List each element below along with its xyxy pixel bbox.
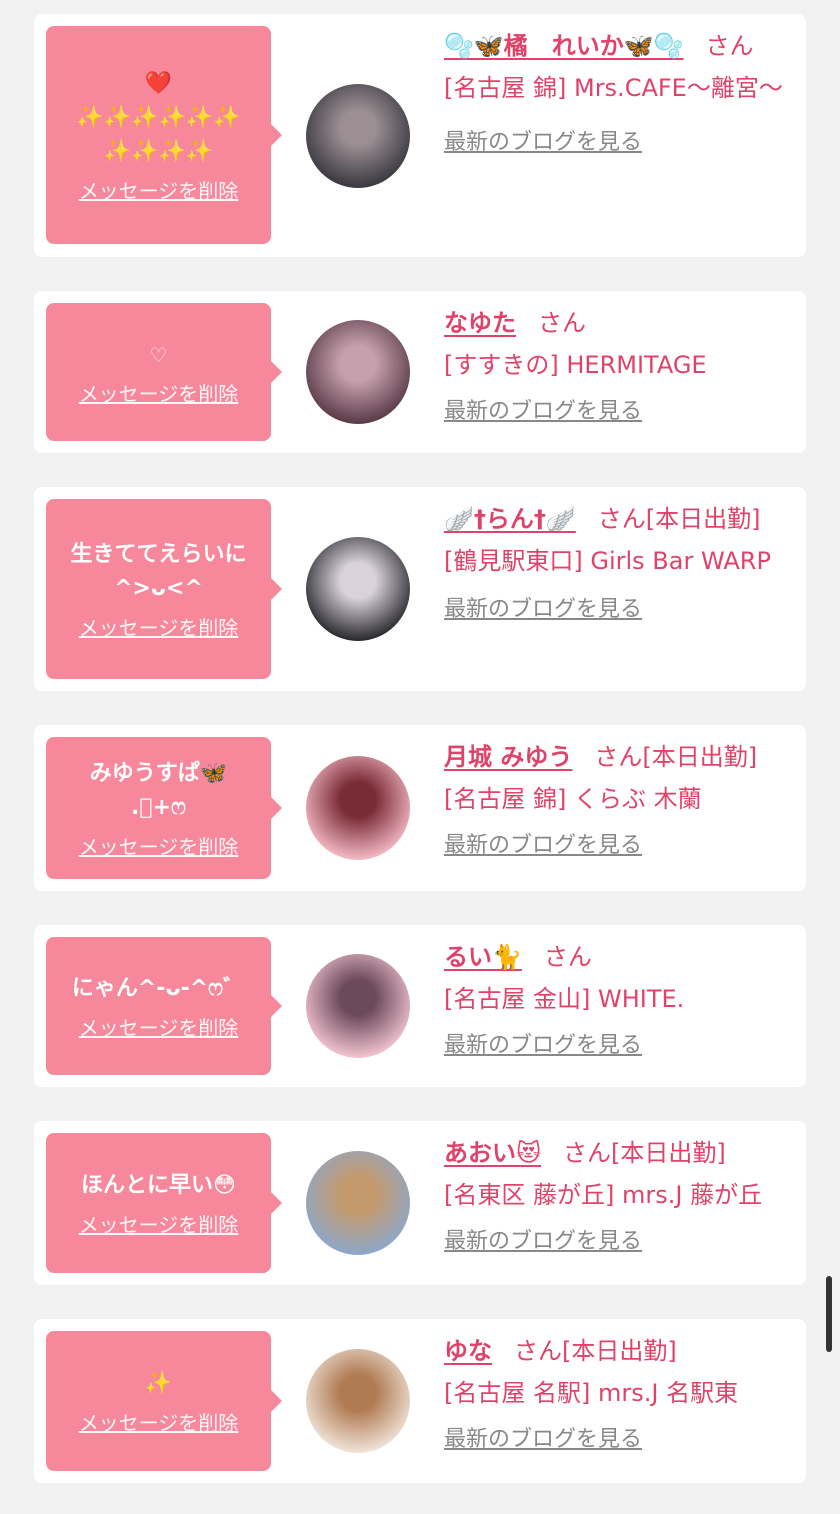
shop-name: [鶴見駅東口] Girls Bar WARP: [444, 547, 771, 575]
avatar[interactable]: [306, 1349, 410, 1453]
status-badge: [本日出勤]: [562, 1337, 677, 1365]
cast-info: あおい😻 さん[本日出勤] [名東区 藤が丘] mrs.J 藤が丘 最新のブログを…: [444, 1131, 796, 1255]
honorific: さん: [563, 1139, 612, 1167]
shop-name: [すすきの] HERMITAGE: [444, 351, 707, 379]
latest-blog-link[interactable]: 最新のブログを見る: [444, 1421, 642, 1453]
honorific: さん: [514, 1337, 562, 1365]
cast-info: 月城 みゆう さん[本日出勤] [名古屋 錦] くらぶ 木蘭 最新のブログを見る: [444, 735, 796, 859]
latest-blog-link[interactable]: 最新のブログを見る: [444, 827, 642, 859]
latest-blog-link[interactable]: 最新のブログを見る: [444, 591, 642, 623]
favorite-card: にゃん^-ᴗ-^ෆ゛ メッセージを削除 るい🐈 さん [名古屋 金山] WHITE…: [34, 925, 806, 1087]
cast-name-link[interactable]: 月城 みゆう: [444, 743, 572, 771]
honorific: さん: [538, 309, 586, 337]
favorite-card: ♡ メッセージを削除 なゆた さん [すすきの] HERMITAGE 最新のブログ…: [34, 291, 806, 453]
favorite-card: ✨ メッセージを削除 ゆな さん[本日出勤] [名古屋 名駅] mrs.J 名駅東…: [34, 1319, 806, 1483]
delete-message-link[interactable]: メッセージを削除: [79, 378, 239, 407]
message-bubble: みゆうすぱ🦋 .ﾟ+ෆ メッセージを削除: [46, 737, 282, 879]
cast-name-link[interactable]: なゆた: [444, 309, 516, 337]
cast-name-link[interactable]: 🪽†らん†🪽: [444, 505, 576, 533]
cast-info: るい🐈 さん [名古屋 金山] WHITE. 最新のブログを見る: [444, 935, 796, 1059]
latest-blog-link[interactable]: 最新のブログを見る: [444, 393, 642, 425]
message-bubble: 生きててえらいに ^>ᴗ<^ メッセージを削除: [46, 499, 282, 679]
latest-blog-link[interactable]: 最新のブログを見る: [444, 1027, 642, 1059]
favorite-card: みゆうすぱ🦋 .ﾟ+ෆ メッセージを削除 月城 みゆう さん[本日出勤] [名古屋…: [34, 725, 806, 891]
avatar[interactable]: [306, 1151, 410, 1255]
honorific: さん: [705, 32, 754, 60]
message-text: みゆうすぱ🦋 .ﾟ+ෆ: [89, 760, 228, 820]
message-text: 生きててえらいに ^>ᴗ<^: [70, 541, 247, 601]
delete-message-link[interactable]: メッセージを削除: [79, 831, 239, 860]
delete-message-link[interactable]: メッセージを削除: [79, 1012, 239, 1041]
shop-name: [名古屋 金山] WHITE.: [444, 985, 685, 1013]
cast-info: 🫧🦋橘 れいか🦋🫧 さん [名古屋 錦] Mrs.CAFE〜離宮〜 最新のブログを…: [444, 24, 796, 156]
delete-message-link[interactable]: メッセージを削除: [79, 612, 239, 641]
message-text: にゃん^-ᴗ-^ෆ゛: [71, 975, 246, 1001]
delete-message-link[interactable]: メッセージを削除: [79, 1407, 239, 1436]
message-text: ❤️ ✨✨✨✨✨✨ ✨✨✨✨: [76, 70, 241, 164]
shop-name: [名古屋 錦] Mrs.CAFE〜離宮〜: [444, 74, 783, 102]
honorific: さん: [594, 743, 643, 771]
avatar[interactable]: [306, 84, 410, 188]
message-bubble: ほんとに早い😳 メッセージを削除: [46, 1133, 282, 1273]
favorite-card: 生きててえらいに ^>ᴗ<^ メッセージを削除 🪽†らん†🪽 さん[本日出勤] […: [34, 487, 806, 691]
delete-message-link[interactable]: メッセージを削除: [79, 175, 239, 204]
scrollbar[interactable]: [826, 1276, 832, 1352]
shop-name: [名古屋 名駅] mrs.J 名駅東: [444, 1379, 739, 1407]
status-badge: [本日出勤]: [642, 743, 758, 771]
cast-name-link[interactable]: ゆな: [444, 1337, 492, 1365]
honorific: さん: [597, 505, 646, 533]
message-bubble: ✨ メッセージを削除: [46, 1331, 282, 1471]
favorite-card: ほんとに早い😳 メッセージを削除 あおい😻 さん[本日出勤] [名東区 藤が丘] …: [34, 1121, 806, 1285]
avatar[interactable]: [306, 954, 410, 1058]
message-bubble: ♡ メッセージを削除: [46, 303, 282, 441]
latest-blog-link[interactable]: 最新のブログを見る: [444, 124, 642, 156]
honorific: さん: [543, 943, 592, 971]
favorite-card: ❤️ ✨✨✨✨✨✨ ✨✨✨✨ メッセージを削除 🫧🦋橘 れいか🦋🫧 さん [名古屋…: [34, 14, 806, 257]
avatar[interactable]: [306, 537, 410, 641]
shop-name: [名東区 藤が丘] mrs.J 藤が丘: [444, 1181, 763, 1209]
cast-name-link[interactable]: るい🐈: [444, 943, 522, 971]
message-bubble: にゃん^-ᴗ-^ෆ゛ メッセージを削除: [46, 937, 282, 1075]
shop-name: [名古屋 錦] くらぶ 木蘭: [444, 785, 702, 813]
cast-name-link[interactable]: あおい😻: [444, 1139, 541, 1167]
message-bubble: ❤️ ✨✨✨✨✨✨ ✨✨✨✨ メッセージを削除: [46, 26, 282, 244]
message-text: ♡: [149, 342, 168, 367]
cast-info: なゆた さん [すすきの] HERMITAGE 最新のブログを見る: [444, 301, 796, 425]
message-text: ほんとに早い😳: [81, 1172, 236, 1198]
cast-name-link[interactable]: 🫧🦋橘 れいか🦋🫧: [444, 32, 684, 60]
latest-blog-link[interactable]: 最新のブログを見る: [444, 1223, 642, 1255]
status-badge: [本日出勤]: [611, 1139, 726, 1167]
avatar[interactable]: [306, 320, 410, 424]
cast-info: ゆな さん[本日出勤] [名古屋 名駅] mrs.J 名駅東 最新のブログを見る: [444, 1329, 796, 1453]
status-badge: [本日出勤]: [645, 505, 761, 533]
delete-message-link[interactable]: メッセージを削除: [79, 1209, 239, 1238]
cast-info: 🪽†らん†🪽 さん[本日出勤] [鶴見駅東口] Girls Bar WARP 最新…: [444, 497, 796, 623]
message-text: ✨: [144, 1370, 173, 1396]
avatar[interactable]: [306, 756, 410, 860]
